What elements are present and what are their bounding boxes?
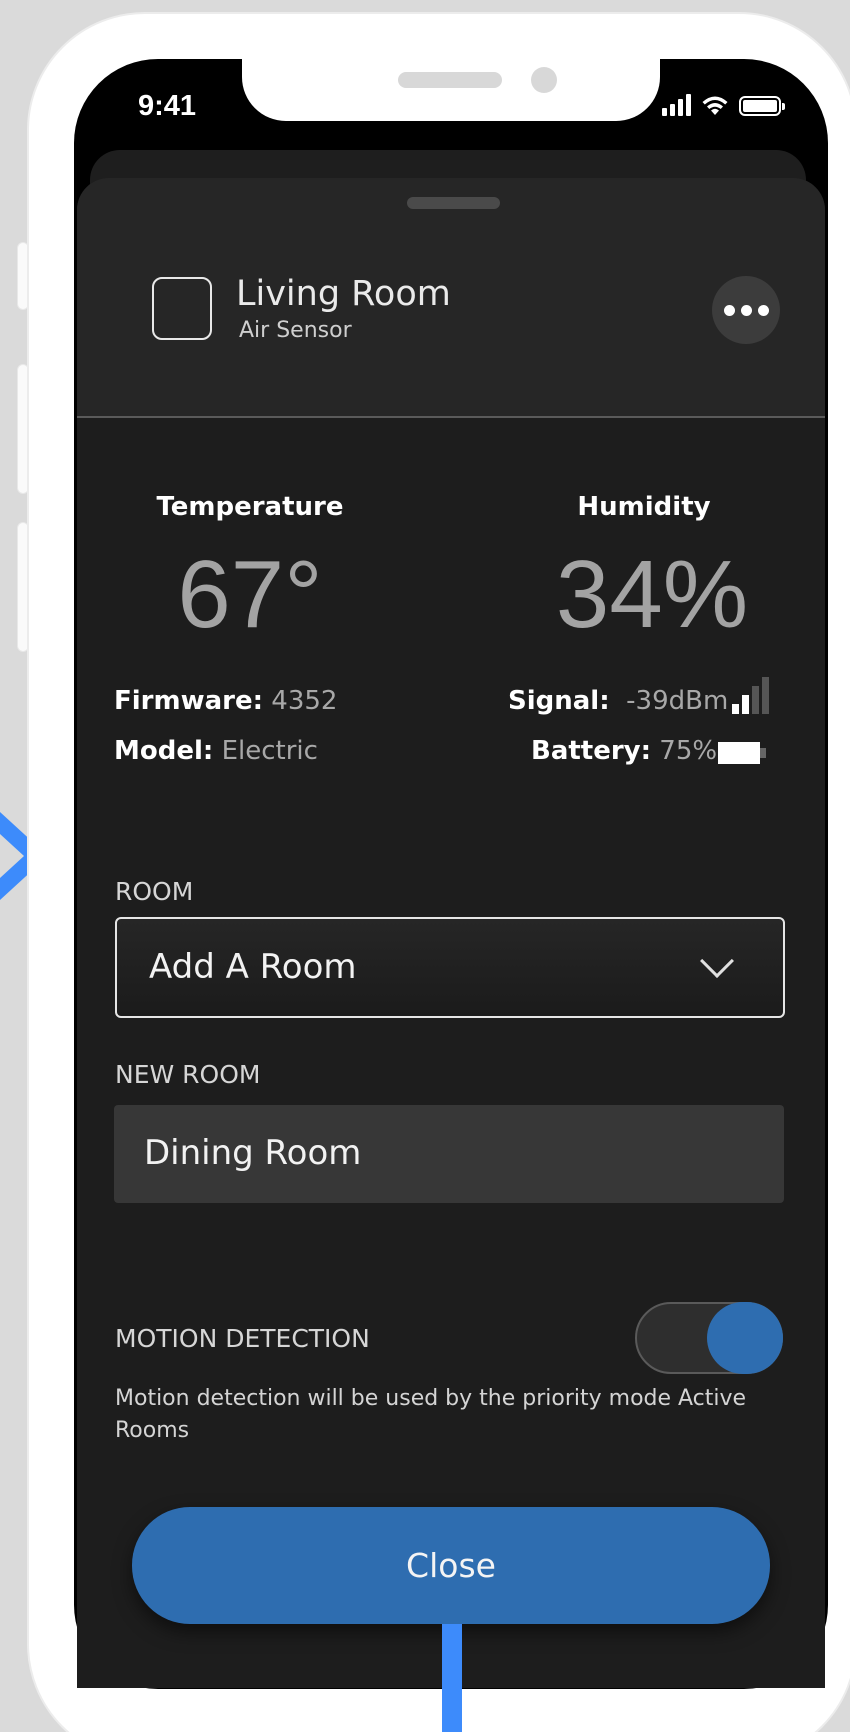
motion-detection-description: Motion detection will be used by the pri… (115, 1386, 747, 1443)
signal-info: Signal: -39dBm (508, 686, 729, 716)
notch (242, 59, 660, 121)
device-type: Air Sensor (239, 318, 352, 343)
signal-bar (752, 686, 759, 714)
device-icon (152, 277, 212, 340)
signal-bars-icon (732, 674, 769, 714)
signal-bar (742, 695, 749, 714)
wifi-icon (702, 96, 728, 115)
more-options-button[interactable] (712, 276, 780, 344)
signal-bar (732, 704, 739, 714)
temperature-label: Temperature (156, 492, 344, 522)
battery-icon (718, 742, 766, 764)
temperature-value: 67° (177, 541, 323, 648)
status-icons (662, 94, 785, 116)
toggle-knob (707, 1302, 783, 1374)
sheet-drag-handle[interactable] (407, 197, 500, 209)
new-room-value: Dining Room (144, 1133, 362, 1173)
motion-detection-label: MOTION DETECTION (115, 1324, 370, 1353)
new-room-input[interactable]: Dining Room (114, 1105, 784, 1203)
signal-bar (762, 677, 769, 714)
more-icon (723, 304, 735, 316)
humidity-value: 34% (555, 541, 749, 648)
model-info: Model: Electric (114, 736, 318, 766)
battery-info: Battery: 75% (531, 736, 718, 766)
new-room-label: NEW ROOM (115, 1060, 261, 1089)
cellular-icon (662, 94, 691, 116)
status-time: 9:41 (138, 90, 197, 122)
close-button[interactable]: Close (132, 1507, 770, 1624)
chevron-down-icon (700, 944, 734, 978)
speaker (398, 72, 502, 88)
firmware-info: Firmware: 4352 (114, 686, 338, 716)
device-name: Living Room (236, 274, 451, 314)
annotation-connector (442, 1624, 462, 1732)
front-camera (531, 67, 557, 93)
humidity-label: Humidity (577, 492, 711, 522)
status-battery-icon (739, 96, 785, 116)
motion-detection-toggle[interactable] (635, 1302, 783, 1374)
room-label: ROOM (115, 877, 194, 906)
room-select[interactable]: Add A Room (115, 917, 785, 1018)
room-select-value: Add A Room (149, 947, 357, 987)
